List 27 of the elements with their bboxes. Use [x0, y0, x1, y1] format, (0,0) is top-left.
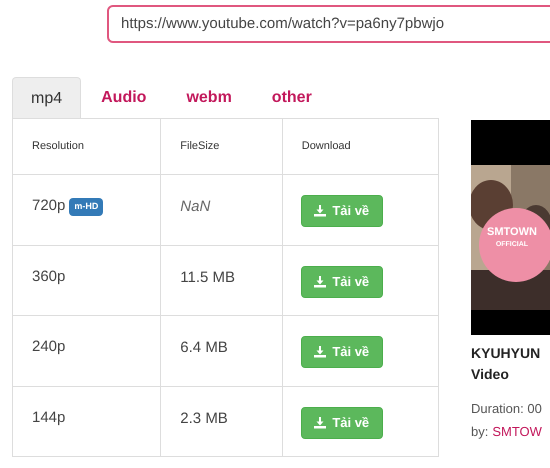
- column-header: Resolution: [32, 139, 84, 154]
- file-size: 6.4 MB: [180, 339, 228, 356]
- file-size: 2.3 MB: [180, 410, 228, 426]
- duration-text: Duration: 00: [471, 400, 543, 418]
- format-tab[interactable]: other: [252, 77, 332, 119]
- resolution-text: 720p: [32, 196, 66, 216]
- logo-title: SMTOWN: [487, 227, 537, 238]
- format-tab[interactable]: mp4: [12, 77, 82, 119]
- download-icon: [314, 346, 326, 358]
- file-size: 11.5 MB: [180, 268, 236, 286]
- resolution-text: 144p: [32, 408, 66, 428]
- quality-badge: m-HD: [69, 198, 104, 216]
- url-field[interactable]: https://www.youtube.com/watch?v=pa6ny7pbwjo: [107, 5, 550, 43]
- resolution-text: 240p: [32, 337, 66, 357]
- column-header: Download: [302, 139, 351, 154]
- file-size: NaN: [180, 198, 210, 215]
- format-tab[interactable]: webm: [166, 77, 252, 119]
- download-icon: [314, 205, 326, 217]
- channel-link[interactable]: SMTOW: [492, 422, 542, 441]
- by-label: by:: [471, 422, 488, 441]
- column-header: FileSize: [180, 139, 220, 154]
- download-icon: [314, 276, 326, 288]
- video-title: KYUHYUN: [471, 344, 542, 363]
- download-icon: [314, 416, 326, 428]
- format-tab[interactable]: Audio: [81, 77, 166, 119]
- video-title: Video: [471, 365, 510, 384]
- resolution-text: 360p: [32, 266, 66, 286]
